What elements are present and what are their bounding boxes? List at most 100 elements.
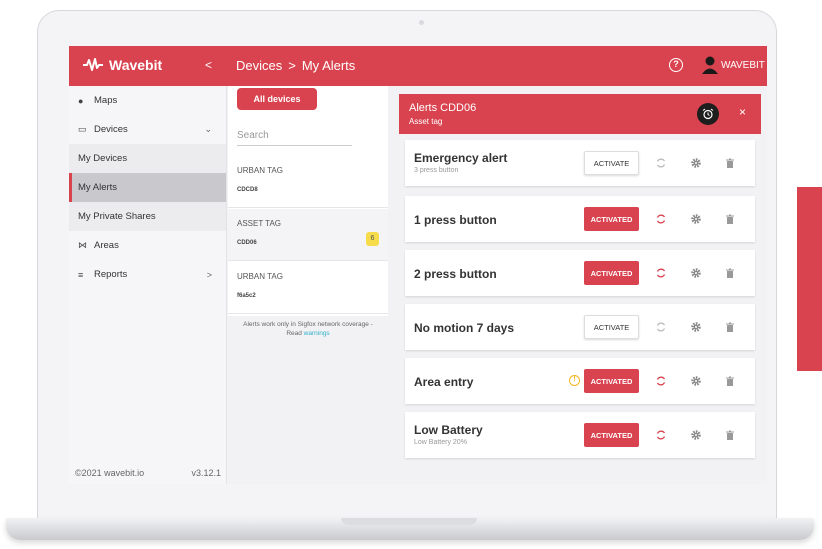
refresh-icon[interactable] [655,267,667,279]
alert-title: Emergency alert [414,151,508,165]
sidebar-item-areas[interactable]: ⋈ Areas [69,231,226,260]
devices-icon: ▭ [78,124,87,134]
areas-icon: ⋈ [78,240,87,250]
gear-icon[interactable] [690,157,702,169]
gear-icon[interactable] [690,375,702,387]
chevron-right-icon: > [206,269,212,280]
alerts-title: Alerts CDD06 [409,102,477,114]
alert-card-2-press: 2 press button ACTIVATED [405,250,755,296]
sidebar-item-my-devices[interactable]: My Devices [69,144,226,173]
device-type: URBAN TAG [237,272,283,281]
trash-icon[interactable] [724,375,736,387]
sidebar-item-label: My Alerts [78,182,118,193]
laptop-notch [341,518,477,525]
refresh-icon[interactable] [655,157,667,169]
activated-button[interactable]: ACTIVATED [584,369,639,393]
coverage-note-read: Read [286,330,302,337]
breadcrumb-devices[interactable]: Devices [236,58,282,73]
list-item[interactable]: URBAN TAG f6a5c2 [228,262,388,314]
sidebar-item-my-alerts[interactable]: My Alerts [69,173,226,202]
trash-icon[interactable] [724,213,736,225]
sidebar-item-maps[interactable]: ● Maps [69,86,226,115]
alert-title: Area entry [414,375,474,389]
sidebar-item-label: My Private Shares [78,211,156,222]
alert-title: 2 press button [414,267,497,281]
top-bar: Wavebit < Devices > My Alerts ? WAVEBIT [69,46,767,86]
all-devices-button[interactable]: All devices [237,88,317,110]
alerts-header: Alerts CDD06 Asset tag × [399,94,761,134]
alert-card-area-entry: Area entry ! ACTIVATED [405,358,755,404]
trash-icon[interactable] [724,157,736,169]
refresh-icon[interactable] [655,321,667,333]
alert-card-low-battery: Low Battery Low Battery 20% ACTIVATED [405,412,755,458]
list-item-selected[interactable]: ASSET TAG CDD06 6 [228,209,388,261]
collapse-sidebar-button[interactable]: < [205,58,212,72]
activated-button[interactable]: ACTIVATED [584,207,639,231]
gear-icon[interactable] [690,267,702,279]
app-screen: Wavebit < Devices > My Alerts ? WAVEBIT … [69,46,767,484]
activate-button[interactable]: ACTIVATE [584,151,639,175]
search-input[interactable]: Search [237,130,352,146]
refresh-icon[interactable] [655,429,667,441]
warning-icon[interactable]: ! [569,375,580,386]
user-name[interactable]: WAVEBIT [721,60,765,71]
device-id: CDCD8 [237,187,258,193]
trash-icon[interactable] [724,429,736,441]
alerts-subtitle: Asset tag [409,117,443,126]
wave-logo-icon [83,58,103,71]
alarm-clock-icon [702,108,714,120]
sidebar-item-devices[interactable]: ▭ Devices ⌄ [69,115,226,144]
device-id: CDD06 [237,240,257,246]
decorative-red-bar [797,187,822,371]
chevron-down-icon: ⌄ [204,124,212,134]
activated-button[interactable]: ACTIVATED [584,423,639,447]
user-avatar-icon[interactable] [702,56,718,74]
sidebar-item-label: Maps [94,95,118,106]
device-type: URBAN TAG [237,166,283,175]
breadcrumb-separator: > [288,58,296,73]
brand[interactable]: Wavebit [83,57,162,73]
reports-icon: ≡ [78,269,84,280]
alert-title: 1 press button [414,213,497,227]
device-type: ASSET TAG [237,219,282,228]
alert-card-no-motion: No motion 7 days ACTIVATE [405,304,755,350]
trash-icon[interactable] [724,321,736,333]
gear-icon[interactable] [690,321,702,333]
devices-list: All devices Search URBAN TAG CDCD8 ASSET… [228,86,388,484]
list-item[interactable]: URBAN TAG CDCD8 [228,156,388,208]
refresh-icon[interactable] [655,213,667,225]
alert-subtitle: Low Battery 20% [414,439,467,446]
sidebar-item-reports[interactable]: ≡ Reports > [69,260,226,289]
breadcrumb: Devices > My Alerts [236,58,355,73]
help-icon[interactable]: ? [669,58,683,72]
version: v3.12.1 [191,468,221,478]
map-pin-icon: ● [78,95,84,106]
coverage-note-text: Alerts work only in Sigfox network cover… [243,321,373,328]
alert-count-badge: 6 [366,232,379,246]
device-id: f6a5c2 [237,293,256,299]
activated-button[interactable]: ACTIVATED [584,261,639,285]
refresh-icon[interactable] [655,375,667,387]
warnings-link[interactable]: warnings [304,330,330,337]
alarm-clock-button[interactable] [697,103,719,125]
sidebar-item-my-private-shares[interactable]: My Private Shares [69,202,226,231]
activate-button[interactable]: ACTIVATE [584,315,639,339]
alert-card-emergency: Emergency alert 3 press button ACTIVATE [405,140,755,186]
copyright: ©2021 wavebit.io [75,468,145,478]
camera-dot [419,20,424,25]
sidebar-item-label: Reports [94,269,128,280]
alert-title: No motion 7 days [414,321,515,335]
gear-icon[interactable] [690,429,702,441]
sidebar-item-label: My Devices [78,153,128,164]
breadcrumb-current: My Alerts [301,58,356,73]
sidebar-footer: ©2021 wavebit.io v3.12.1 [75,468,221,478]
sidebar-item-label: Devices [94,124,128,135]
gear-icon[interactable] [690,213,702,225]
alert-subtitle: 3 press button [414,167,459,174]
sidebar-item-label: Areas [94,240,119,251]
alert-card-1-press: 1 press button ACTIVATED [405,196,755,242]
close-icon[interactable]: × [739,105,746,119]
trash-icon[interactable] [724,267,736,279]
brand-name: Wavebit [109,57,163,73]
coverage-note: Alerts work only in Sigfox network cover… [228,320,388,338]
